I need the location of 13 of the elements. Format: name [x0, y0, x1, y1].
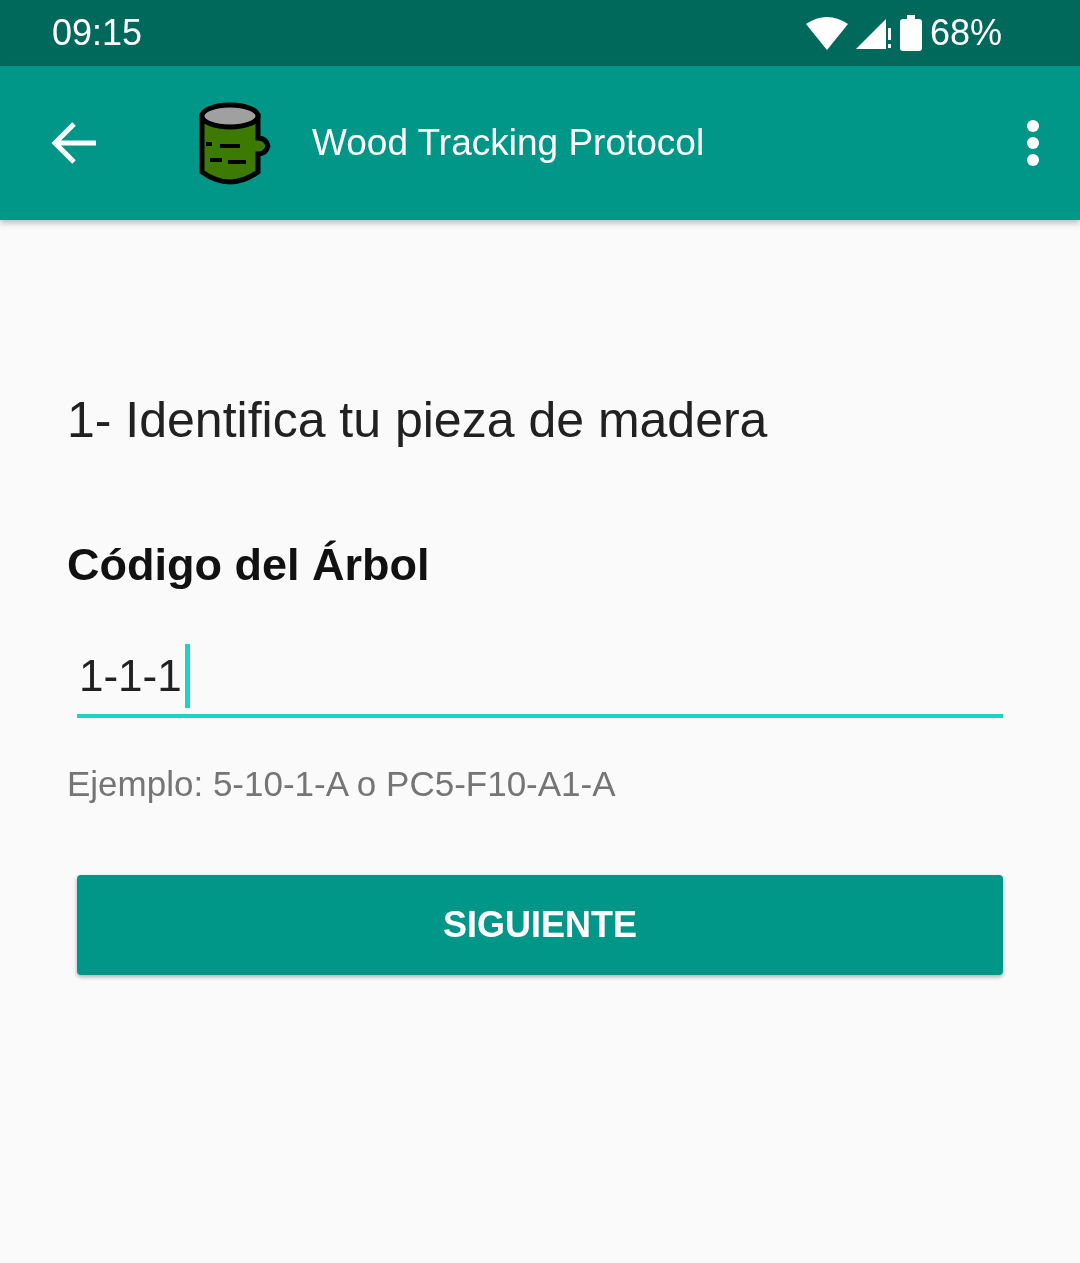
text-cursor [184, 644, 190, 708]
more-options-icon[interactable] [1026, 120, 1040, 166]
next-button[interactable]: SIGUIENTE [77, 874, 1003, 975]
field-label: Código del Árbol [67, 538, 431, 592]
battery-level: 68% [929, 11, 1002, 55]
back-arrow-icon[interactable] [50, 121, 98, 165]
status-time: 09:15 [52, 11, 143, 55]
battery-icon [899, 15, 922, 51]
input-field[interactable]: 1-1-1 [77, 644, 1003, 718]
step-heading: 1- Identifica tu pieza de madera [67, 391, 769, 450]
wifi-icon [805, 16, 848, 50]
app-title: Wood Tracking Protocol [312, 121, 705, 166]
helper-text: Ejemplo: 5-10-1-A o PC5-F10-A1-A [67, 763, 617, 805]
